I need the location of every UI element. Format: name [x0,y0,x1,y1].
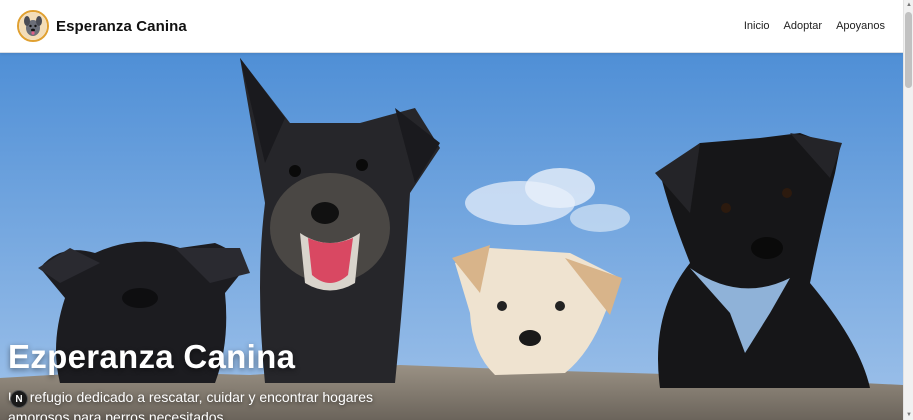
navbar: Esperanza Canina Inicio Adoptar Apoyanos [0,0,903,53]
app-badge-icon[interactable]: N [10,390,28,408]
scroll-thumb[interactable] [905,12,912,88]
scroll-down-arrow-icon[interactable]: ▼ [904,410,913,420]
scroll-up-arrow-icon[interactable]: ▲ [904,0,913,10]
brand-name: Esperanza Canina [56,17,187,35]
brand-link[interactable]: Esperanza Canina [17,10,187,42]
nav-link-inicio[interactable]: Inicio [744,20,770,32]
page-scrollbar[interactable]: ▲ ▼ [903,0,913,420]
hero-section: N Ezperanza Canina Un refugio dedicado a… [0,53,903,420]
hero-subtitle: Un refugio dedicado a rescatar, cuidar y… [8,389,373,420]
nav-link-apoyanos[interactable]: Apoyanos [836,20,885,32]
hero-title: Ezperanza Canina [8,338,296,375]
nav-link-adoptar[interactable]: Adoptar [784,20,823,32]
dog-logo-icon [17,10,49,42]
main-nav: Inicio Adoptar Apoyanos [744,20,885,32]
